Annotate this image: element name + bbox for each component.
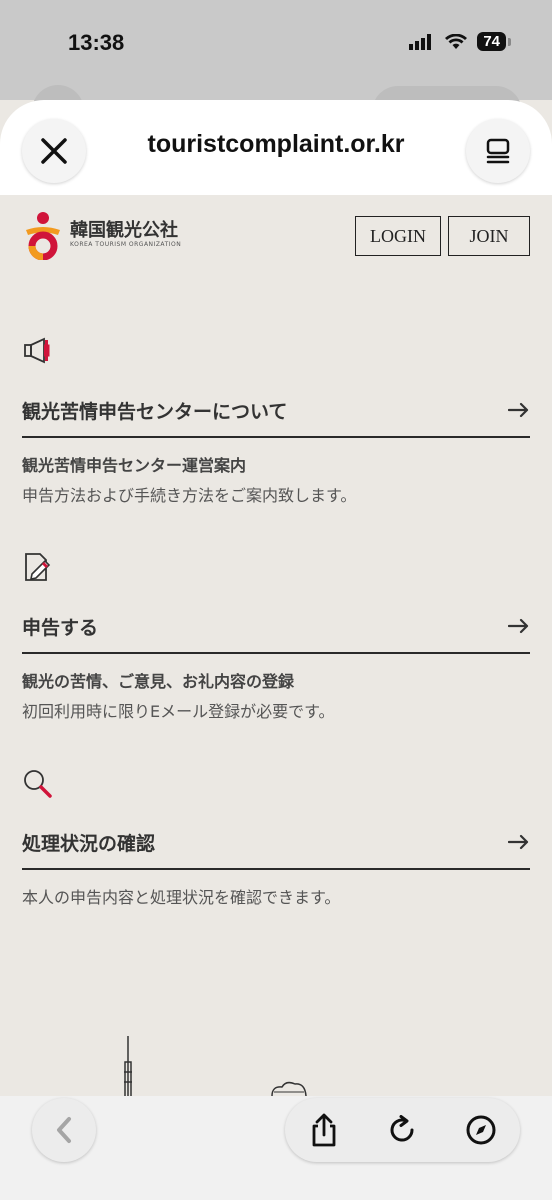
logo-korean-text: 韓国観光公社 — [70, 220, 178, 241]
login-button[interactable]: LOGIN — [355, 216, 441, 256]
tabs-icon — [486, 138, 510, 164]
share-button[interactable] — [304, 1110, 344, 1150]
battery-indicator: 74 — [477, 32, 511, 51]
section-about: 観光苦情申告センターについて 観光苦情申告センター運営案内 申告方法および手続き… — [22, 336, 530, 506]
section-report: 申告する 観光の苦情、ご意見、お礼内容の登録 初回利用時に限りEメール登録が必要… — [22, 552, 530, 722]
arrow-right-icon — [508, 402, 529, 418]
cellular-signal-icon — [409, 33, 432, 50]
tower-illustration — [124, 1036, 132, 1098]
logo-english-text: KOREA TOURISM ORGANIZATION — [70, 241, 182, 248]
section-status: 処理状況の確認 本人の申告内容と処理状況を確認できます。 — [22, 768, 530, 908]
section-about-subtitle: 観光苦情申告センター運営案内 — [22, 456, 247, 475]
reload-icon — [391, 1115, 414, 1142]
back-button[interactable] — [32, 1098, 96, 1162]
search-icon — [24, 770, 52, 798]
chevron-left-icon — [57, 1117, 71, 1143]
share-icon — [312, 1113, 336, 1147]
status-time: 13:38 — [68, 30, 125, 55]
edit-document-icon — [25, 553, 51, 581]
tab-overview-button[interactable] — [466, 119, 530, 183]
compass-icon — [466, 1115, 496, 1145]
section-report-subtitle: 観光の苦情、ご意見、お礼内容の登録 — [22, 672, 295, 691]
compass-button[interactable] — [461, 1110, 501, 1150]
reload-button[interactable] — [382, 1110, 422, 1150]
section-status-description: 本人の申告内容と処理状況を確認できます。 — [22, 888, 341, 907]
megaphone-icon — [24, 337, 50, 364]
browser-sheet-header: touristcomplaint.or.kr — [0, 100, 552, 195]
section-status-title: 処理状況の確認 — [22, 832, 156, 855]
status-icons: 74 — [409, 32, 511, 51]
join-button[interactable]: JOIN — [448, 216, 530, 256]
section-report-link[interactable]: 申告する — [22, 604, 530, 654]
section-status-link[interactable]: 処理状況の確認 — [22, 820, 530, 870]
browser-actions — [285, 1098, 520, 1162]
section-about-title: 観光苦情申告センターについて — [22, 400, 288, 423]
section-report-description: 初回利用時に限りEメール登録が必要です。 — [22, 702, 335, 721]
section-about-description: 申告方法および手続き方法をご案内致します。 — [22, 486, 357, 505]
site-logo[interactable]: 韓国観光公社 KOREA TOURISM ORGANIZATION — [22, 210, 181, 260]
kto-logo-icon — [26, 212, 60, 260]
arrow-right-icon — [508, 618, 529, 634]
status-bar: 13:38 74 — [0, 0, 552, 100]
wifi-icon — [445, 33, 468, 49]
arrow-right-icon — [508, 834, 529, 850]
section-report-title: 申告する — [22, 616, 99, 639]
section-about-link[interactable]: 観光苦情申告センターについて — [22, 388, 530, 438]
